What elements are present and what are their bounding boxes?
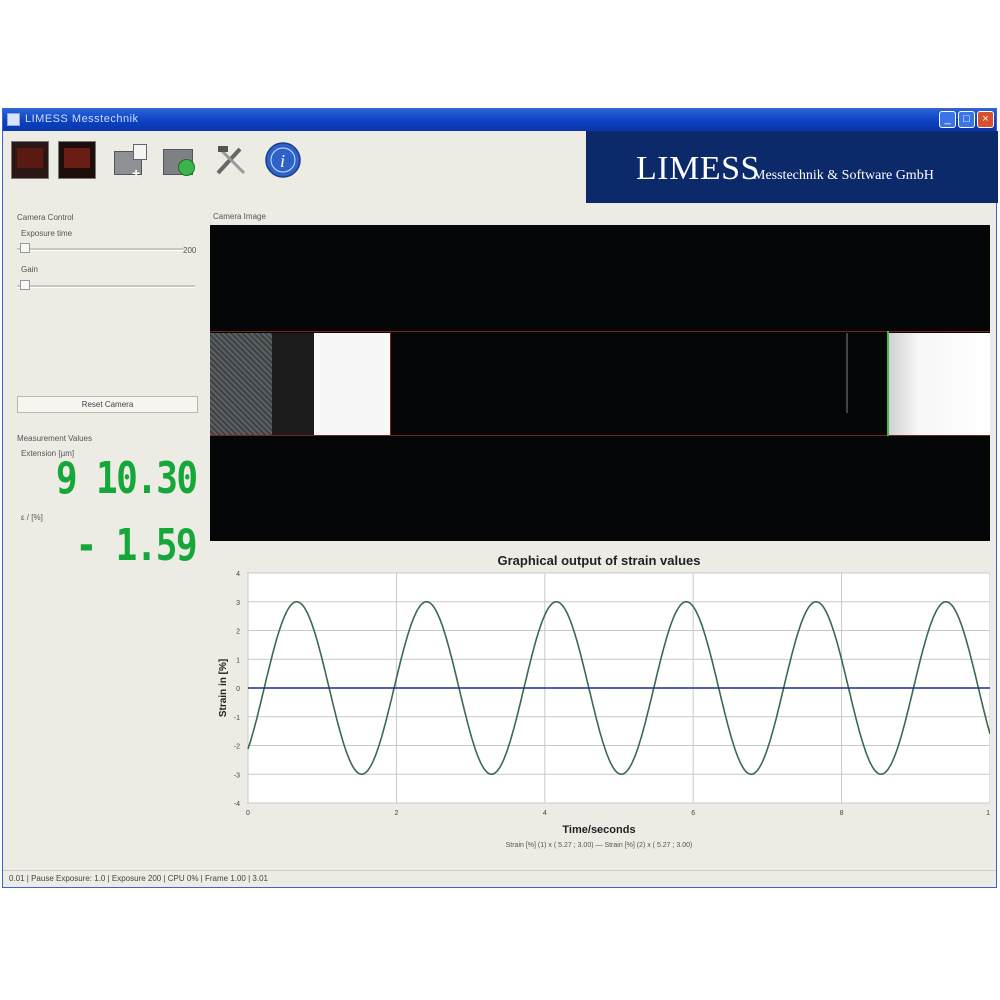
exposure-label: Exposure time: [21, 229, 73, 238]
maximize-button[interactable]: □: [958, 111, 975, 128]
x-tick-label: 10: [986, 810, 990, 817]
specimen-grip-left: [210, 333, 272, 435]
gain-label: Gain: [21, 265, 38, 274]
x-tick-label: 8: [840, 810, 844, 817]
gauge-line-left: [390, 331, 391, 436]
y-tick-label: 4: [236, 571, 240, 578]
close-button[interactable]: ×: [977, 111, 994, 128]
marker-right: [889, 333, 990, 435]
specimen-shadow: [272, 333, 314, 435]
y-tick-label: -2: [234, 744, 240, 751]
measurement-group-label: Measurement Values: [17, 434, 92, 443]
title-bar[interactable]: LIMESS Messtechnik _ □ ×: [3, 109, 996, 131]
x-tick-label: 2: [394, 810, 398, 817]
edge-marker: [846, 333, 848, 413]
svg-text:i: i: [280, 151, 285, 171]
y-axis-label: Strain in [%]: [218, 659, 229, 717]
y-tick-label: 2: [236, 629, 240, 636]
camera-control-group-label: Camera Control: [17, 213, 74, 222]
marker-left: [314, 333, 390, 435]
y-tick-label: 0: [236, 686, 240, 693]
extension-value: 9 10.30: [55, 453, 197, 504]
gauge-line-bottom: [210, 435, 990, 436]
camera-snapshot-icon[interactable]: [58, 141, 96, 179]
x-tick-label: 0: [246, 810, 250, 817]
y-tick-label: 1: [236, 657, 240, 664]
camera-live-icon[interactable]: [11, 141, 49, 179]
x-tick-label: 4: [543, 810, 547, 817]
chart-title: Graphical output of strain values: [498, 553, 701, 568]
y-tick-label: 3: [236, 600, 240, 607]
chart-legend: Strain [%] (1) x ( 5.27 ; 3.00) — Strain…: [506, 842, 693, 849]
strain-value: - 1.59: [75, 520, 197, 571]
strain-label: ε / [%]: [21, 513, 43, 522]
left-panel: Camera Control Exposure time 200 Gain Re…: [3, 203, 208, 873]
y-tick-label: -4: [234, 801, 240, 808]
status-bar: 0.01 | Pause Exposure: 1.0 | Exposure 20…: [3, 870, 996, 887]
info-icon[interactable]: i: [264, 141, 302, 179]
company-logo: LIMESS Messtechnik & Software GmbH: [586, 131, 998, 203]
exposure-slider-thumb[interactable]: [20, 243, 30, 253]
tools-icon[interactable]: [212, 141, 250, 179]
y-tick-label: -3: [234, 772, 240, 779]
x-tick-label: 6: [691, 810, 695, 817]
strain-chart: -4 -3 -2 -1 0 1 2 3 4 0 2 4 6 8 10 Graphical output of …: [210, 549, 990, 861]
window-title: LIMESS Messtechnik: [25, 113, 139, 125]
y-tick-label: -1: [234, 715, 240, 722]
status-text: 0.01 | Pause Exposure: 1.0 | Exposure 20…: [9, 874, 268, 883]
logo-tagline: Messtechnik & Software GmbH: [753, 168, 934, 183]
application-window: LIMESS Messtechnik _ □ × + i LIMESS Mess…: [2, 108, 998, 888]
camera-image-label: Camera Image: [213, 212, 266, 221]
gauge-line-top: [210, 331, 990, 332]
minimize-button[interactable]: _: [939, 111, 956, 128]
toolbar: + i: [3, 131, 588, 187]
exposure-slider[interactable]: [17, 243, 183, 253]
gain-slider[interactable]: [17, 280, 195, 290]
exposure-max-value: 200: [183, 246, 197, 255]
reset-camera-button[interactable]: Reset Camera: [17, 396, 198, 413]
logo-brand: LIMESS: [636, 150, 760, 187]
camera-image[interactable]: [210, 225, 990, 541]
save-icon[interactable]: [160, 141, 198, 179]
export-icon[interactable]: +: [111, 141, 149, 181]
x-axis-label: Time/seconds: [562, 824, 635, 836]
app-icon: [7, 113, 20, 126]
strain-chart-svg: -4 -3 -2 -1 0 1 2 3 4 0 2 4 6 8 10 Graphical output of …: [218, 553, 990, 849]
gain-slider-thumb[interactable]: [20, 280, 30, 290]
